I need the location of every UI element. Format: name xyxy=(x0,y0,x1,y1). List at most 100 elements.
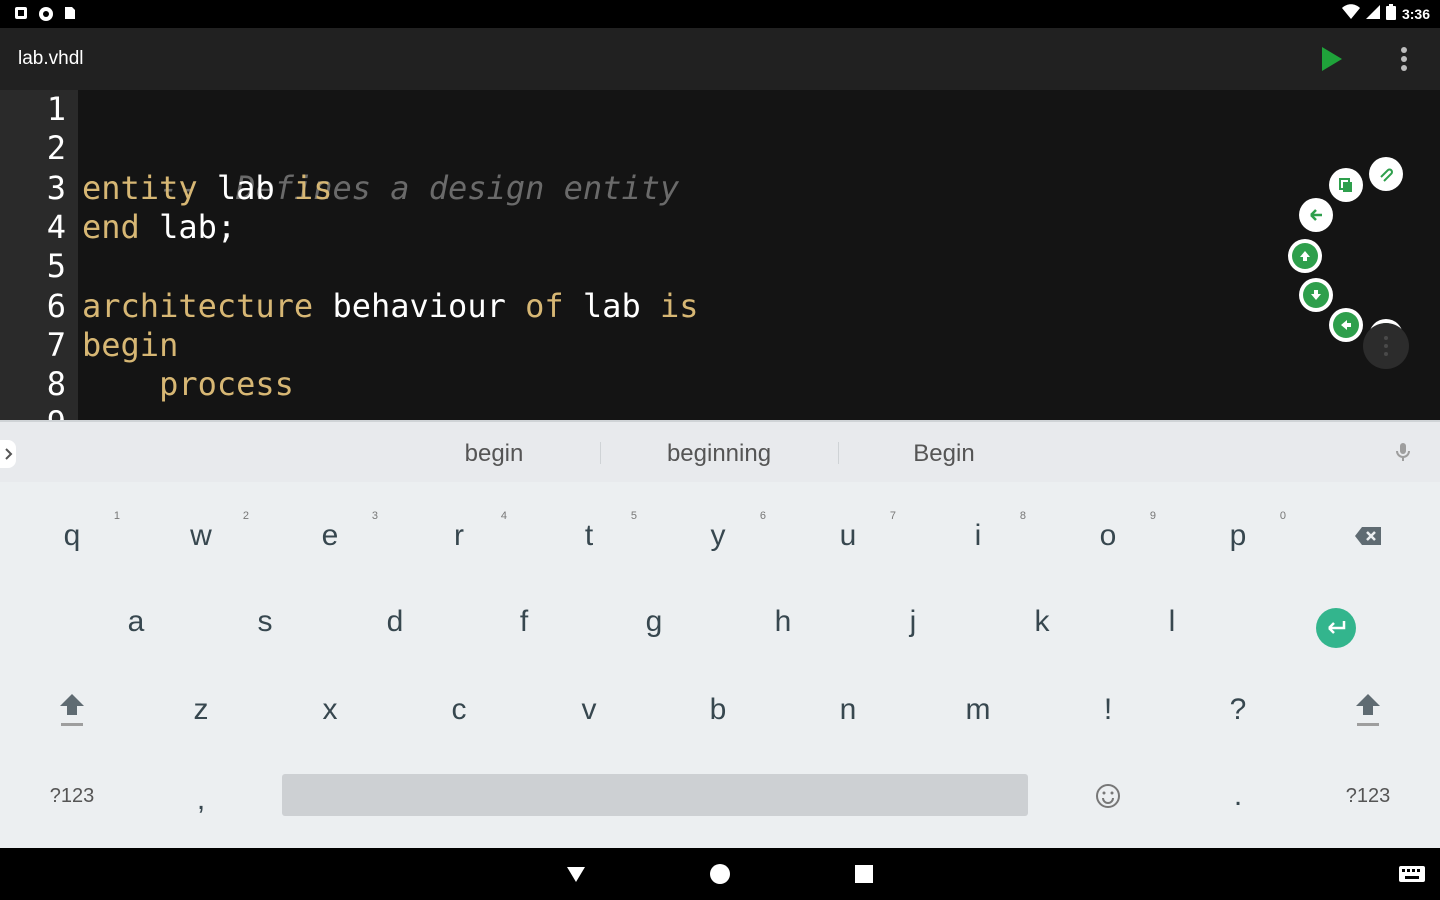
backspace-key[interactable] xyxy=(1308,494,1428,578)
run-button[interactable] xyxy=(1316,44,1346,74)
keyword: entity xyxy=(82,168,198,207)
key-exclamation[interactable]: ! xyxy=(1048,668,1168,752)
key-t[interactable]: t5 xyxy=(529,494,649,578)
key-g[interactable]: g xyxy=(594,580,714,664)
move-down-button[interactable] xyxy=(1299,278,1333,312)
space-bar[interactable] xyxy=(282,774,1028,816)
key-i[interactable]: i8 xyxy=(918,494,1038,578)
key-y[interactable]: y6 xyxy=(658,494,778,578)
status-bar: 3:36 xyxy=(0,0,1440,28)
key-q[interactable]: q1 xyxy=(12,494,132,578)
suggestion-3[interactable]: Begin xyxy=(834,440,1054,468)
sd-card-icon xyxy=(62,6,76,20)
suggestion-2[interactable]: beginning xyxy=(609,440,829,468)
key-label: r xyxy=(454,519,464,552)
key-k[interactable]: k xyxy=(982,580,1102,664)
key-d[interactable]: d xyxy=(335,580,455,664)
key-hint: 7 xyxy=(889,510,896,522)
shift-key-right[interactable] xyxy=(1308,668,1428,752)
copy-icon xyxy=(1339,178,1352,192)
settings-notification-icon xyxy=(38,6,53,21)
key-label: q xyxy=(63,519,81,552)
keyword: architecture xyxy=(82,286,314,325)
key-c[interactable]: c xyxy=(399,668,519,752)
line-number: 7 xyxy=(46,325,66,364)
home-circle-icon xyxy=(710,864,730,884)
keyword: begin xyxy=(82,325,179,364)
clock: 3:36 xyxy=(1401,5,1430,22)
key-l[interactable]: l xyxy=(1112,580,1232,664)
key-j[interactable]: j xyxy=(853,580,973,664)
move-left-button[interactable] xyxy=(1329,308,1363,342)
divider xyxy=(600,442,601,464)
signal-icon xyxy=(1365,4,1380,23)
keyboard-switch-button[interactable] xyxy=(1398,862,1426,886)
undo-tool-button[interactable] xyxy=(1299,198,1333,232)
overflow-menu-button[interactable] xyxy=(1392,44,1416,74)
expand-suggestions-button[interactable] xyxy=(0,440,24,468)
arrow-up-icon xyxy=(1300,251,1310,261)
key-h[interactable]: h xyxy=(723,580,843,664)
key-label: i xyxy=(974,519,982,552)
key-v[interactable]: v xyxy=(529,668,649,752)
key-comma[interactable]: , xyxy=(141,758,261,842)
move-up-button[interactable] xyxy=(1288,239,1322,273)
arrow-left-icon xyxy=(1341,320,1351,330)
recents-square-icon xyxy=(855,865,873,883)
symbols-key-left[interactable]: ?123 xyxy=(12,754,132,838)
key-period[interactable]: . xyxy=(1178,754,1298,838)
key-question[interactable]: ? xyxy=(1178,668,1298,752)
line-number: 4 xyxy=(46,207,66,246)
key-m[interactable]: m xyxy=(918,668,1038,752)
key-label: y xyxy=(710,519,726,552)
identifier: lab; xyxy=(139,207,237,246)
emoji-key[interactable] xyxy=(1048,754,1168,838)
home-button[interactable] xyxy=(708,862,732,886)
play-icon xyxy=(1322,47,1342,71)
shift-key-left[interactable] xyxy=(12,668,132,752)
key-hint: 5 xyxy=(630,510,637,522)
key-n[interactable]: n xyxy=(788,668,908,752)
key-u[interactable]: u7 xyxy=(788,494,908,578)
key-z[interactable]: z xyxy=(141,668,261,752)
key-label: u xyxy=(839,519,857,552)
symbols-key-right[interactable]: ?123 xyxy=(1308,754,1428,838)
more-vert-icon xyxy=(1384,336,1388,356)
recents-button[interactable] xyxy=(852,862,876,886)
suggestion-1[interactable]: begin xyxy=(384,440,604,468)
code-line-2: -- Defines a design entity xyxy=(82,129,679,207)
key-a[interactable]: a xyxy=(76,580,196,664)
keyboard-icon xyxy=(1399,866,1425,882)
soft-keyboard: begin beginning Begin q1 w2 e3 r4 t5 y6 … xyxy=(0,420,1440,848)
backspace-icon xyxy=(1355,527,1381,545)
key-b[interactable]: b xyxy=(658,668,778,752)
back-triangle-icon xyxy=(567,867,585,882)
key-o[interactable]: o9 xyxy=(1048,494,1168,578)
key-w[interactable]: w2 xyxy=(141,494,261,578)
key-hint: 2 xyxy=(242,510,249,522)
mic-icon xyxy=(1396,443,1410,461)
keyword: is xyxy=(659,286,699,325)
key-s[interactable]: s xyxy=(205,580,325,664)
notification-icon xyxy=(14,6,28,20)
key-x[interactable]: x xyxy=(270,668,390,752)
copy-tool-button[interactable] xyxy=(1329,168,1363,202)
code-editor[interactable]: 1 2 3 4 5 6 7 8 9 -- Defines a design en… xyxy=(0,90,1440,420)
key-label: t xyxy=(584,519,594,552)
enter-icon xyxy=(1328,621,1346,634)
system-indicators: 3:36 xyxy=(1341,4,1430,23)
line-number: 2 xyxy=(46,129,66,168)
back-button[interactable] xyxy=(564,862,588,886)
key-e[interactable]: e3 xyxy=(270,494,390,578)
suggestion-strip: begin beginning Begin xyxy=(0,420,1440,482)
clipboard-tool-button[interactable] xyxy=(1369,157,1403,191)
key-f[interactable]: f xyxy=(464,580,584,664)
enter-key[interactable] xyxy=(1316,608,1356,648)
tools-menu-button[interactable] xyxy=(1363,323,1409,369)
key-hint: 1 xyxy=(113,510,120,522)
key-r[interactable]: r4 xyxy=(399,494,519,578)
voice-input-button[interactable] xyxy=(1392,440,1414,466)
key-p[interactable]: p0 xyxy=(1178,494,1298,578)
battery-icon xyxy=(1385,4,1396,23)
key-label: w xyxy=(190,519,212,552)
